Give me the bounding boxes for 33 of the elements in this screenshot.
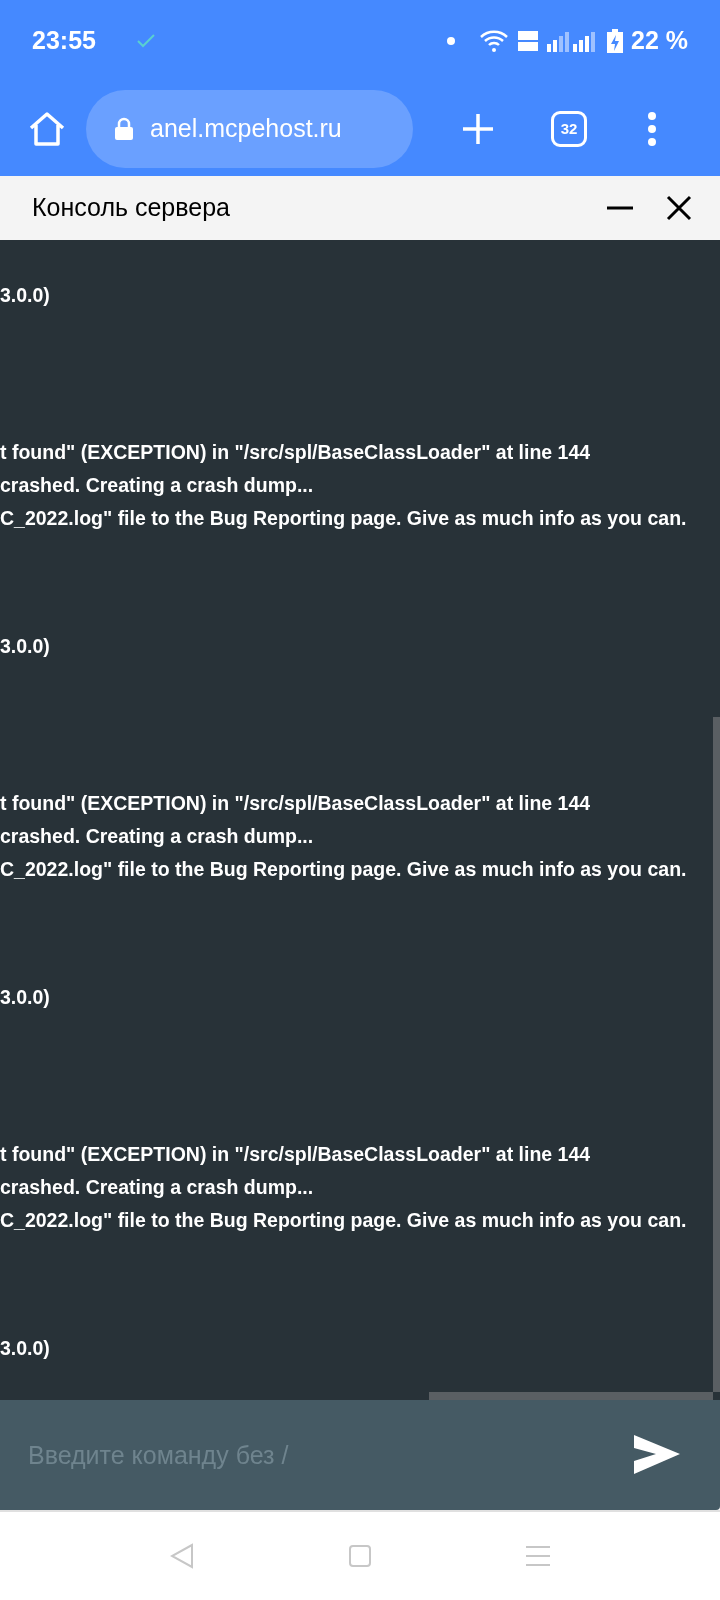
lock-icon (114, 117, 134, 141)
url-text: anel.mcpehost.ru (150, 113, 342, 145)
panel-title: Консоль сервера (32, 192, 230, 224)
console-line: crashed. Creating a crash dump... (0, 824, 315, 849)
home-icon[interactable] (28, 111, 66, 147)
check-icon (135, 33, 156, 49)
console-line: 3.0.0) (0, 985, 51, 1010)
console-line: t found" (EXCEPTION) in "/src/spl/BaseClassLoader" at line 144 (0, 1142, 592, 1167)
console-line: C_2022.log" file to the Bug Reporting page. Give as much info as you can. (0, 1208, 688, 1233)
status-time: 23:55 (32, 25, 96, 57)
battery-percent: 22 % (631, 25, 688, 57)
menu-icon[interactable] (526, 1545, 550, 1567)
console-line: C_2022.log" file to the Bug Reporting page. Give as much info as you can. (0, 857, 688, 882)
wifi-icon (479, 29, 509, 53)
tabs-button[interactable]: 32 (551, 111, 587, 147)
console-line: crashed. Creating a crash dump... (0, 1175, 315, 1200)
send-icon[interactable] (634, 1435, 680, 1475)
home-nav-icon[interactable] (349, 1545, 371, 1567)
console-line: C_2022.log" file to the Bug Reporting page. Give as much info as you can. (0, 506, 688, 531)
more-icon[interactable] (647, 112, 657, 146)
console-line: 3.0.0) (0, 283, 51, 308)
console-line: 3.0.0) (0, 1336, 51, 1361)
address-bar[interactable]: anel.mcpehost.ru (86, 90, 413, 168)
console-line: 3.0.0) (0, 634, 51, 659)
back-icon[interactable] (170, 1543, 194, 1569)
console-line: t found" (EXCEPTION) in "/src/spl/BaseClassLoader" at line 144 (0, 791, 592, 816)
console-line: t found" (EXCEPTION) in "/src/spl/BaseClassLoader" at line 144 (0, 440, 592, 465)
signal-icon (547, 30, 595, 52)
battery-icon (607, 29, 623, 53)
plus-icon[interactable] (461, 112, 495, 146)
console-line: crashed. Creating a crash dump... (0, 473, 315, 498)
close-icon[interactable] (666, 195, 692, 221)
dot-icon (447, 37, 455, 45)
